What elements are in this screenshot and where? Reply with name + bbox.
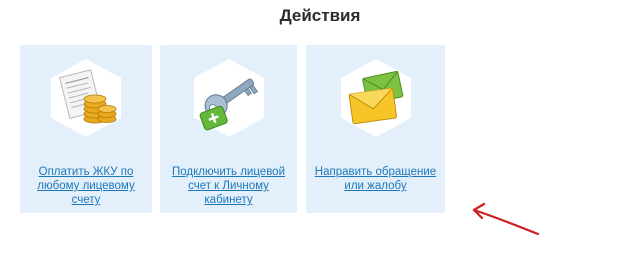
send-appeal-link-line2: или жалобу	[344, 180, 407, 192]
card-pay-utilities[interactable]: Оплатить ЖКУ по любому лицевому счету	[20, 45, 152, 213]
invoice-coins-icon	[45, 57, 127, 139]
pay-utilities-link[interactable]: Оплатить ЖКУ по любому лицевому счету	[24, 165, 148, 207]
card-send-appeal[interactable]: Направить обращение или жалобу	[306, 45, 445, 213]
annotation-arrow-icon	[468, 196, 548, 247]
connect-account-link-line2: счет к Личному кабинету	[188, 180, 269, 206]
section-title: Действия	[279, 6, 361, 25]
connect-account-link[interactable]: Подключить лицевой счет к Личному кабине…	[164, 165, 293, 207]
card-connect-account[interactable]: Подключить лицевой счет к Личному кабине…	[160, 45, 297, 213]
envelopes-icon	[335, 57, 417, 139]
connect-account-link-line1: Подключить лицевой	[171, 166, 286, 178]
key-plus-icon	[188, 57, 270, 139]
send-appeal-link[interactable]: Направить обращение или жалобу	[310, 165, 441, 193]
pay-utilities-link-line2: любому лицевому счету	[37, 180, 135, 206]
pay-utilities-link-line1: Оплатить ЖКУ по	[38, 166, 134, 178]
actions-page: Действия Оплатить ЖКУ по любому лицевому…	[0, 0, 640, 256]
send-appeal-link-line1: Направить обращение	[314, 166, 437, 178]
